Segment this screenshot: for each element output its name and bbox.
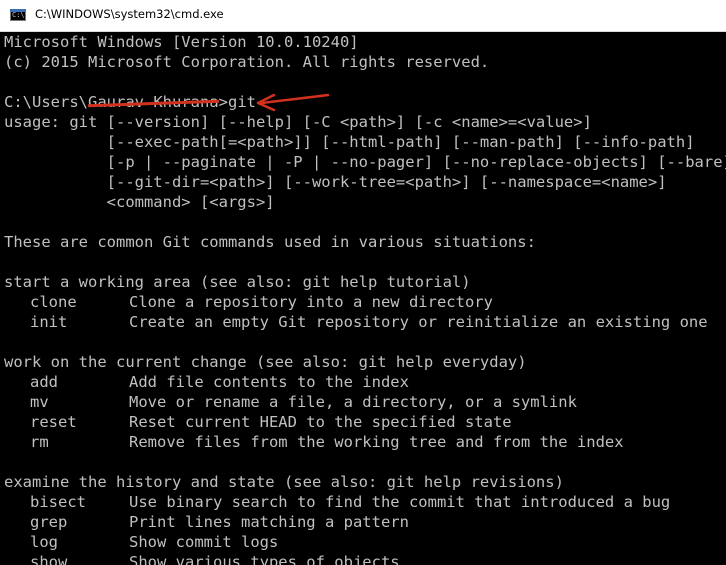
- command-name: add: [30, 373, 58, 391]
- command-description: Print lines matching a pattern: [129, 513, 409, 531]
- command-description: Add file contents to the index: [129, 373, 409, 391]
- command-name: reset: [30, 413, 77, 431]
- command-description: Use binary search to find the commit tha…: [129, 493, 671, 511]
- command-name: grep: [30, 513, 68, 531]
- usage-line: <command> [<args>]: [4, 193, 275, 211]
- banner-copyright-line: (c) 2015 Microsoft Corporation. All righ…: [4, 53, 490, 71]
- cmd-console-icon: C:\: [10, 9, 26, 21]
- banner-version-line: Microsoft Windows [Version 10.0.10240]: [4, 33, 359, 51]
- title-bar[interactable]: C:\ C:\WINDOWS\system32\cmd.exe: [0, 0, 726, 32]
- window-title: C:\WINDOWS\system32\cmd.exe: [35, 7, 224, 21]
- command-name: show: [30, 553, 68, 565]
- intro-line: These are common Git commands used in va…: [4, 233, 536, 251]
- command-name: bisect: [30, 493, 86, 511]
- command-description: Create an empty Git repository or reinit…: [129, 313, 708, 331]
- command-name: mv: [30, 393, 49, 411]
- command-description: Show various types of objects: [129, 553, 400, 565]
- command-description: Remove files from the working tree and f…: [129, 433, 624, 451]
- usage-line: usage: git [--version] [--help] [-C <pat…: [4, 113, 592, 131]
- redacted-username: Gaurav Khurana: [88, 93, 219, 111]
- section-header: work on the current change (see also: gi…: [4, 353, 527, 371]
- cmd-window[interactable]: C:\ C:\WINDOWS\system32\cmd.exe Microsof…: [0, 0, 726, 565]
- usage-line: [--exec-path[=<path>]] [--html-path] [--…: [4, 133, 695, 151]
- command-name: init: [30, 313, 68, 331]
- section-header: examine the history and state (see also:…: [4, 473, 564, 491]
- command-description: Reset current HEAD to the specified stat…: [129, 413, 512, 431]
- command-description: Clone a repository into a new directory: [129, 293, 493, 311]
- prompt-command: >git: [218, 93, 256, 111]
- command-description: Show commit logs: [129, 533, 279, 551]
- prompt-line: C:\Users\Gaurav Khurana>git: [4, 92, 256, 112]
- usage-line: [-p | --paginate | -P | --no-pager] [--n…: [4, 153, 726, 171]
- command-name: rm: [30, 433, 49, 451]
- prompt-prefix: C:\Users\: [4, 93, 88, 111]
- command-description: Move or rename a file, a directory, or a…: [129, 393, 577, 411]
- command-name: clone: [30, 293, 77, 311]
- console-output[interactable]: Microsoft Windows [Version 10.0.10240] (…: [0, 32, 726, 565]
- usage-line: [--git-dir=<path>] [--work-tree=<path>] …: [4, 173, 667, 191]
- section-header: start a working area (see also: git help…: [4, 273, 471, 291]
- command-name: log: [30, 533, 58, 551]
